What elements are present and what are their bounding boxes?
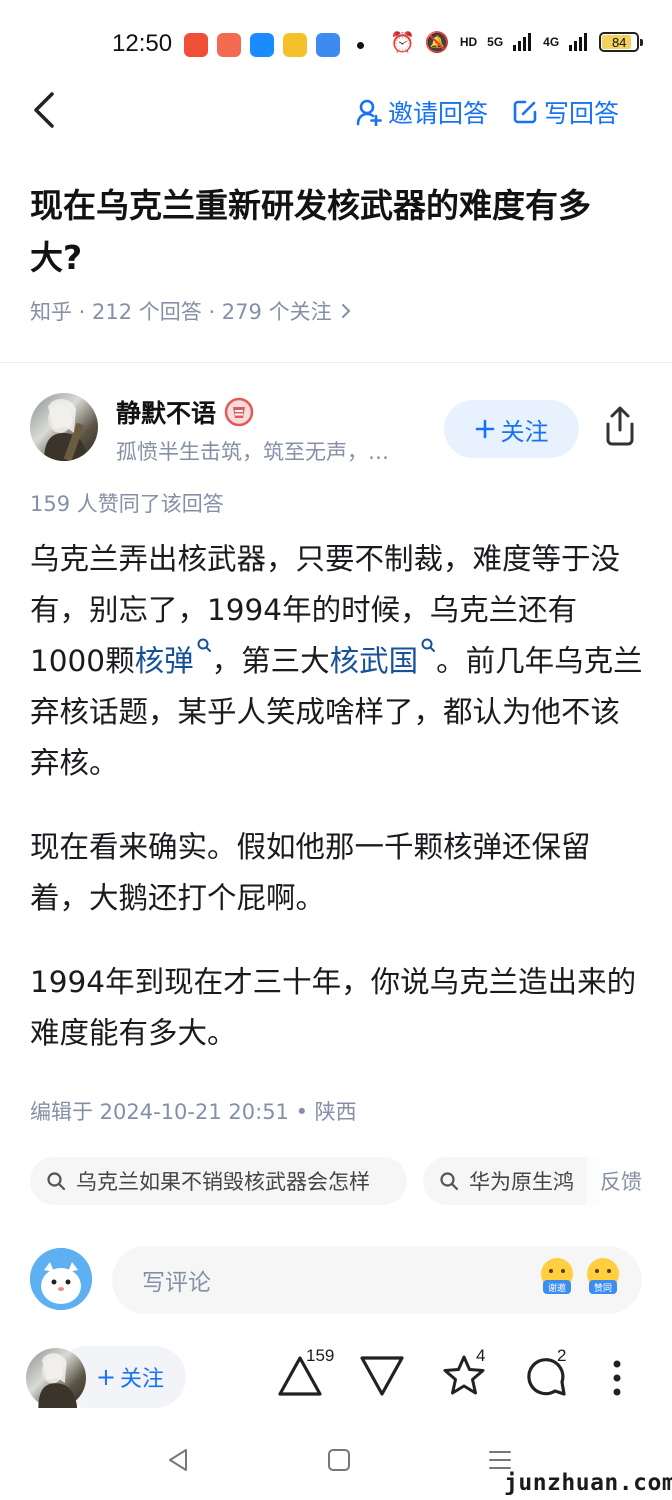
battery-icon: 84 <box>599 32 644 52</box>
answer-paragraph-1: 乌克兰弄出核武器，只要不制裁，难度等于没有，别忘了，1994年的时候，乌克兰还有… <box>30 542 643 780</box>
downvote-triangle-icon <box>360 1356 404 1396</box>
question-meta-text: 知乎 · 212 个回答 · 279 个关注 <box>30 300 332 324</box>
plus-icon: + <box>95 1363 116 1391</box>
search-icon <box>197 638 211 652</box>
avatar-art <box>44 399 88 461</box>
emoji-thanks-label: 谢邀 <box>548 1282 566 1294</box>
bilibili-app-icon <box>250 33 274 57</box>
edit-icon <box>513 100 537 124</box>
write-answer-button[interactable]: 写回答 <box>512 94 619 130</box>
notification-dot-icon <box>357 41 364 49</box>
nav-home-icon[interactable] <box>325 1446 353 1474</box>
more-vertical-icon <box>613 1360 621 1396</box>
chevron-right-icon <box>341 304 350 318</box>
write-answer-label: 写回答 <box>544 99 620 128</box>
avatar-art <box>30 1248 92 1310</box>
bottom-follow-label: 关注 <box>119 1367 164 1392</box>
signal-icon <box>513 33 532 51</box>
back-button[interactable] <box>28 88 68 132</box>
hd-label: HD <box>459 35 478 49</box>
related-searches: 乌克兰如果不销毁核武器会怎样 华为原生鸿 <box>30 1157 643 1205</box>
invite-user-icon <box>356 99 382 126</box>
shield-app-icon <box>283 33 307 57</box>
emoji-thanks-icon: 谢邀 <box>541 1258 573 1294</box>
nav-back-icon[interactable] <box>164 1446 192 1474</box>
weibo-app-icon <box>217 33 241 57</box>
blue-app-icon <box>316 33 340 57</box>
status-bar: 12:50 ⏰ 🔕 HD 5G 4G 84 <box>0 0 672 90</box>
avatar-art <box>38 1353 78 1408</box>
answer-paragraph-2: 现在看来确实。假如他那一千颗核弹还保留着，大鹅还打个屁啊。 <box>30 830 591 915</box>
follow-button[interactable]: 关注 <box>444 400 579 458</box>
keyword-link-nuclear-bomb[interactable]: 核弹 <box>135 638 212 678</box>
edit-timestamp: 编辑于 2024-10-21 20:51 • 陕西 <box>30 1100 357 1124</box>
alarm-icon: ⏰ <box>390 30 415 54</box>
search-icon <box>421 638 436 652</box>
comment-count: 2 <box>557 1346 567 1365</box>
status-app-icons <box>184 33 364 57</box>
bottom-author-avatar[interactable] <box>26 1348 86 1408</box>
keyword-link-nuclear-state[interactable]: 核武国 <box>330 638 437 678</box>
divider <box>0 362 672 363</box>
question-meta[interactable]: 知乎 · 212 个回答 · 279 个关注 <box>30 296 352 326</box>
author-name-text: 静默不语 <box>116 399 217 428</box>
plus-icon <box>475 419 494 439</box>
feedback-button[interactable]: 反馈 <box>586 1157 672 1205</box>
status-time: 12:50 <box>112 30 173 57</box>
watermark-text: junzhuan.com <box>500 1470 672 1496</box>
share-icon <box>606 406 634 446</box>
answer-body: 乌克兰弄出核武器，只要不制裁，难度等于没有，别忘了，1994年的时候，乌克兰还有… <box>30 534 644 1092</box>
author-avatar[interactable] <box>30 393 98 461</box>
5g-label: 5G <box>487 35 504 49</box>
emoji-agree-button[interactable]: 赞同 <box>583 1256 623 1298</box>
status-indicators: ⏰ 🔕 HD 5G 4G 84 <box>390 30 644 54</box>
related-search-chip[interactable]: 乌克兰如果不销毁核武器会怎样 <box>30 1157 407 1205</box>
top-nav: 邀请回答 写回答 <box>0 80 672 144</box>
invite-answer-label: 邀请回答 <box>388 99 489 128</box>
likes-summary: 159 人赞同了该回答 <box>30 492 224 516</box>
downvote-button[interactable] <box>358 1352 406 1400</box>
follow-label: 关注 <box>500 417 549 446</box>
emoji-thanks-button[interactable]: 谢邀 <box>537 1256 577 1298</box>
answer-paragraph-3: 1994年到现在才三十年，你说乌克兰造出来的难度能有多大。 <box>30 965 637 1050</box>
more-button[interactable] <box>602 1356 632 1400</box>
signal-icon-2 <box>569 33 588 51</box>
chevron-left-icon <box>34 92 54 128</box>
favorite-count: 4 <box>476 1346 486 1365</box>
video-app-icon <box>184 33 208 57</box>
emoji-agree-label: 赞同 <box>594 1282 612 1294</box>
question-title[interactable]: 现在乌克兰重新研发核武器的难度有多大? <box>30 180 642 284</box>
search-icon <box>47 1172 66 1191</box>
mute-icon: 🔕 <box>424 30 450 54</box>
invite-answer-button[interactable]: 邀请回答 <box>356 94 488 130</box>
share-button[interactable] <box>600 404 640 448</box>
author-name[interactable]: 静默不语 <box>116 394 254 430</box>
emoji-agree-icon: 赞同 <box>587 1258 619 1294</box>
4g-label: 4G <box>543 35 560 49</box>
author-bio: 孤愤半生击筑，筑至无声，… <box>116 440 389 464</box>
upvote-count: 159 <box>306 1346 335 1365</box>
my-avatar[interactable] <box>30 1248 92 1310</box>
badge-icon <box>224 397 254 427</box>
search-icon <box>440 1172 459 1191</box>
battery-level: 84 <box>611 34 627 50</box>
